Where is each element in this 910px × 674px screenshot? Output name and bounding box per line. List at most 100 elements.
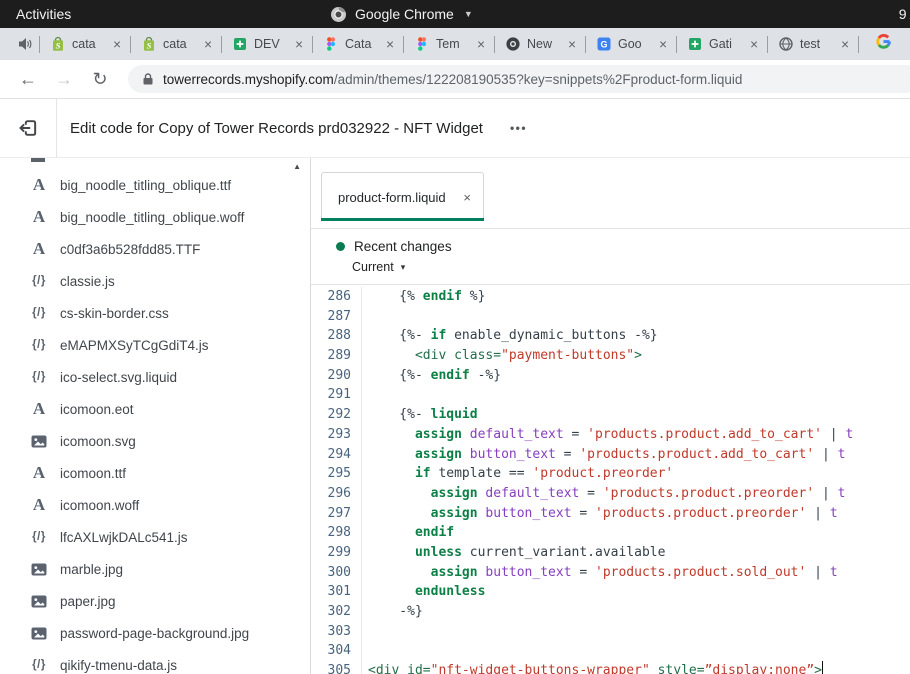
code-line[interactable]: 296 assign default_text = 'products.prod… <box>311 484 910 504</box>
file-list-item[interactable]: A icomoon.woff <box>0 489 310 521</box>
image-file-icon <box>27 563 51 576</box>
file-name: paper.jpg <box>60 594 116 609</box>
file-list: A big_noodle_titling_oblique.ttf A big_n… <box>0 158 310 674</box>
back-button[interactable]: ← <box>12 69 44 90</box>
tab-close-button[interactable]: × <box>202 37 214 52</box>
code-line[interactable]: 304 <box>311 641 910 661</box>
scroll-up-arrow[interactable]: ▲ <box>293 162 301 171</box>
file-list-item[interactable]: A icomoon.ttf <box>0 457 310 489</box>
svg-text:G: G <box>600 40 607 50</box>
tab-close-button[interactable]: × <box>384 37 396 52</box>
url-path: /admin/themes/122208190535?key=snippets%… <box>334 72 743 87</box>
code-line[interactable]: 294 assign button_text = 'products.produ… <box>311 445 910 465</box>
address-bar[interactable]: towerrecords.myshopify.com/admin/themes/… <box>128 65 910 93</box>
tab-separator <box>494 36 495 53</box>
browser-tab[interactable]: S cata × <box>134 28 218 60</box>
code-line[interactable]: 293 assign default_text = 'products.prod… <box>311 425 910 445</box>
tab-close-button[interactable]: × <box>475 37 487 52</box>
line-number: 303 <box>311 622 362 642</box>
more-menu-button[interactable]: ••• <box>510 121 527 135</box>
line-number: 299 <box>311 543 362 563</box>
code-line[interactable]: 303 <box>311 622 910 642</box>
code-line[interactable]: 292 {%- liquid <box>311 405 910 425</box>
google-icon <box>875 33 892 55</box>
tab-separator <box>676 36 677 53</box>
line-number: 304 <box>311 641 362 661</box>
file-list-item[interactable]: A big_noodle_titling_oblique.woff <box>0 201 310 233</box>
code-line[interactable]: 300 assign button_text = 'products.produ… <box>311 563 910 583</box>
code-line[interactable]: 298 endif <box>311 523 910 543</box>
file-name: icomoon.svg <box>60 434 136 449</box>
audio-indicator-icon[interactable] <box>14 37 36 51</box>
figma-icon <box>414 36 430 52</box>
code-line[interactable]: 302 -%} <box>311 602 910 622</box>
file-list-item[interactable]: paper.jpg <box>0 585 310 617</box>
file-list-item[interactable]: marble.jpg <box>0 553 310 585</box>
tab-close-button[interactable]: × <box>566 37 578 52</box>
code-line[interactable]: 286 {% endif %} <box>311 287 910 307</box>
file-list-item[interactable]: {/} classie.js <box>0 265 310 297</box>
browser-tab[interactable]: DEV × <box>225 28 309 60</box>
code-line-content: <div id="nft-widget-buttons-wrapper" sty… <box>362 661 910 674</box>
version-selector[interactable]: Current ▾ <box>352 260 910 274</box>
file-list-item[interactable]: icomoon.svg <box>0 425 310 457</box>
tab-separator <box>585 36 586 53</box>
forward-button[interactable]: → <box>48 69 80 90</box>
line-number: 289 <box>311 346 362 366</box>
activities-button[interactable]: Activities <box>10 4 77 24</box>
lock-icon[interactable] <box>142 72 154 86</box>
code-line-content: <div class="payment-buttons"> <box>362 346 910 366</box>
browser-tab[interactable]: Cata × <box>316 28 400 60</box>
reload-button[interactable]: ↻ <box>84 69 116 90</box>
file-list-item[interactable]: {/} ico-select.svg.liquid <box>0 361 310 393</box>
code-line[interactable]: 297 assign button_text = 'products.produ… <box>311 504 910 524</box>
clipped-file-item <box>31 158 45 162</box>
browser-tab[interactable]: New × <box>498 28 582 60</box>
editor-tab-close-button[interactable]: × <box>463 190 471 205</box>
code-editor[interactable]: 286 {% endif %} 287 288 {%- if enable_dy… <box>311 285 910 674</box>
app-menu[interactable]: Google Chrome ▼ <box>330 6 473 23</box>
file-name: c0df3a6b528fdd85.TTF <box>60 242 200 257</box>
browser-tab[interactable]: Gati × <box>680 28 764 60</box>
tab-close-button[interactable]: × <box>748 37 760 52</box>
code-line[interactable]: 299 unless current_variant.available <box>311 543 910 563</box>
tab-close-button[interactable]: × <box>657 37 669 52</box>
code-line[interactable]: 287 <box>311 307 910 327</box>
clock[interactable]: 9 A <box>899 6 910 22</box>
exit-code-editor-button[interactable] <box>0 99 57 157</box>
tab-close-button[interactable]: × <box>111 37 123 52</box>
browser-tab[interactable]: S cata × <box>43 28 127 60</box>
line-number: 302 <box>311 602 362 622</box>
browser-tab[interactable]: G Goo × <box>589 28 673 60</box>
code-line[interactable]: 301 endunless <box>311 582 910 602</box>
tab-close-button[interactable]: × <box>839 37 851 52</box>
browser-tab-partial[interactable] <box>862 28 892 60</box>
file-list-item[interactable]: {/} eMAPMXSyTCgGdiT4.js <box>0 329 310 361</box>
file-list-item[interactable]: A icomoon.eot <box>0 393 310 425</box>
image-file-icon <box>27 627 51 640</box>
tab-close-button[interactable]: × <box>293 37 305 52</box>
browser-tab[interactable]: Tem × <box>407 28 491 60</box>
code-line[interactable]: 289 <div class="payment-buttons"> <box>311 346 910 366</box>
code-line-content: assign button_text = 'products.product.a… <box>362 445 910 465</box>
code-line[interactable]: 305 <div id="nft-widget-buttons-wrapper"… <box>311 661 910 674</box>
editor-file-tab[interactable]: product-form.liquid × <box>321 172 484 221</box>
tab-label: test <box>800 37 833 51</box>
file-list-item[interactable]: {/} lfcAXLwjkDALc541.js <box>0 521 310 553</box>
code-line[interactable]: 290 {%- endif -%} <box>311 366 910 386</box>
file-list-item[interactable]: {/} qikify-tmenu-data.js <box>0 649 310 674</box>
browser-tab[interactable]: test × <box>771 28 855 60</box>
file-list-item[interactable]: {/} cs-skin-border.css <box>0 297 310 329</box>
file-list-item[interactable]: password-page-background.jpg <box>0 617 310 649</box>
file-list-item[interactable]: A big_noodle_titling_oblique.ttf <box>0 169 310 201</box>
browser-tab-strip: S cata × S cata × DEV × Cata × Tem × New… <box>0 28 910 60</box>
chevron-down-icon: ▼ <box>464 9 473 19</box>
code-line-content: {%- if enable_dynamic_buttons -%} <box>362 326 910 346</box>
url-domain: towerrecords.myshopify.com <box>163 72 334 87</box>
tab-separator <box>403 36 404 53</box>
code-line[interactable]: 288 {%- if enable_dynamic_buttons -%} <box>311 326 910 346</box>
file-list-item[interactable]: A c0df3a6b528fdd85.TTF <box>0 233 310 265</box>
image-file-icon <box>27 595 51 608</box>
code-line[interactable]: 295 if template == 'product.preorder' <box>311 464 910 484</box>
code-line[interactable]: 291 <box>311 385 910 405</box>
